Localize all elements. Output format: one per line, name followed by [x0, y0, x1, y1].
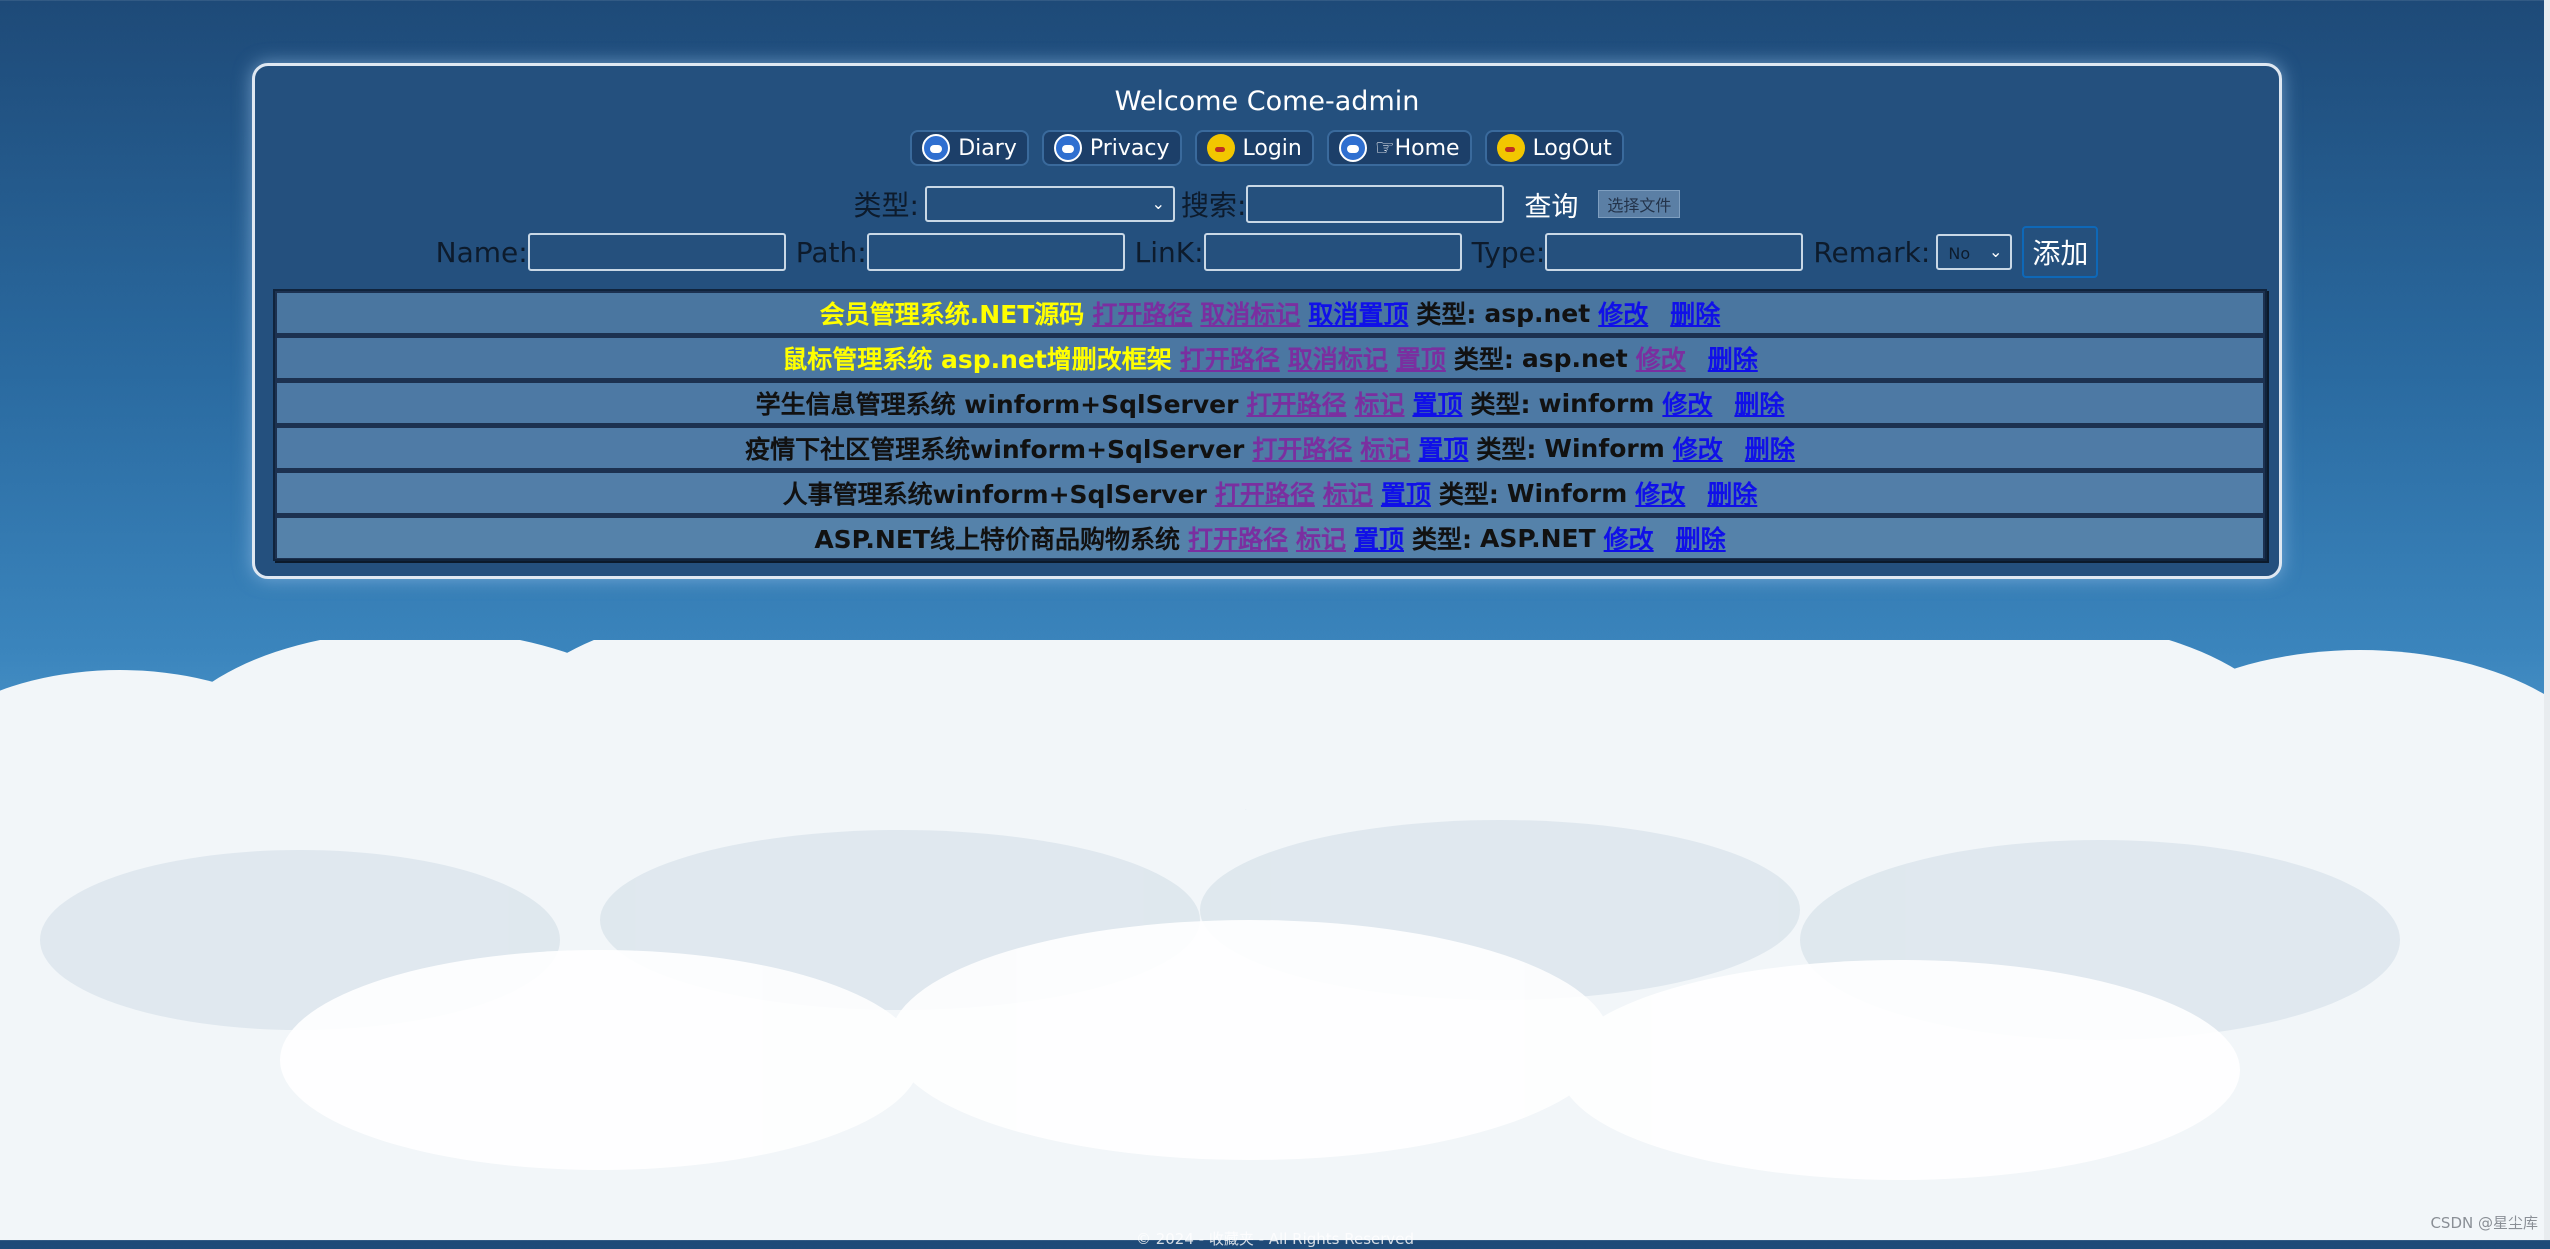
nav-privacy-button[interactable]: Privacy [1041, 130, 1182, 166]
pin-link[interactable]: 置顶 [1354, 520, 1404, 556]
row-title: 会员管理系统.NET源码 [819, 300, 1085, 329]
pin-link[interactable]: 置顶 [1412, 385, 1462, 421]
doraemon-icon [1338, 134, 1367, 162]
type-value: asp.net [1484, 298, 1591, 328]
edit-link[interactable]: 修改 [1662, 385, 1712, 421]
row-title: 鼠标管理系统 asp.net增删改框架 [782, 345, 1172, 374]
link-label: LinK: [1134, 235, 1204, 269]
mark-link[interactable]: 标记 [1354, 385, 1404, 421]
search-label: 搜索: [1180, 189, 1247, 222]
delete-link[interactable]: 删除 [1734, 385, 1784, 421]
table-row: 人事管理系统winform+SqlServer 打开路径 标记 置顶 类型: Winfor… [277, 473, 2263, 513]
nav-label: Privacy [1089, 135, 1170, 161]
remark-select[interactable]: No ⌄ [1936, 234, 2013, 270]
pin-link[interactable]: 取消置顶 [1308, 295, 1408, 331]
pikachu-icon [1206, 134, 1235, 162]
mark-link[interactable]: 标记 [1296, 520, 1346, 556]
nav-logout-button[interactable]: LogOut [1484, 130, 1624, 166]
type-prefix: 类型: [1416, 300, 1477, 329]
type-label: Type: [1471, 235, 1546, 269]
add-button[interactable]: 添加 [2022, 226, 2099, 278]
csdn-watermark: CSDN @星尘库 [2430, 1214, 2538, 1232]
edit-link[interactable]: 修改 [1604, 520, 1654, 556]
add-form-row: Name: Path: LinK: Type: Remark: No ⌄ 添加 [255, 226, 2279, 278]
delete-link[interactable]: 删除 [1708, 340, 1758, 376]
mark-link[interactable]: 标记 [1360, 430, 1410, 466]
footer-copyright: © 2024 - 收藏夹 - All Rights Reserved [1135, 1230, 1415, 1248]
type-filter-label: 类型: [853, 189, 919, 222]
table-row: 鼠标管理系统 asp.net增删改框架 打开路径 取消标记 置顶 类型: asp.net 修… [277, 338, 2263, 378]
favorites-table: 会员管理系统.NET源码 打开路径 取消标记 取消置顶 类型: asp.net 修改 删除 鼠标… [273, 289, 2267, 561]
type-value: Winform [1506, 478, 1628, 508]
open-path-link[interactable]: 打开路径 [1252, 430, 1352, 466]
mark-link[interactable]: 标记 [1323, 475, 1373, 511]
type-value: Winform [1544, 433, 1665, 463]
open-path-link[interactable]: 打开路径 [1180, 340, 1280, 376]
edit-link[interactable]: 修改 [1673, 430, 1723, 466]
nav-login-button[interactable]: Login [1194, 130, 1314, 166]
row-title: ASP.NET线上特价商品购物系统 [814, 525, 1180, 554]
type-prefix: 类型: [1412, 525, 1472, 554]
nav-label: Login [1242, 135, 1302, 161]
open-path-link[interactable]: 打开路径 [1092, 295, 1192, 331]
mark-link[interactable]: 取消标记 [1200, 295, 1300, 331]
type-prefix: 类型: [1453, 345, 1514, 374]
table-row: ASP.NET线上特价商品购物系统 打开路径 标记 置顶 类型: ASP.NET 修改 删除 [277, 518, 2263, 558]
row-title: 人事管理系统winform+SqlServer [782, 480, 1207, 509]
nav-home-button[interactable]: ☞Home [1326, 130, 1472, 166]
search-input[interactable] [1246, 185, 1505, 223]
link-input[interactable] [1203, 233, 1462, 271]
nav-diary-button[interactable]: Diary [910, 130, 1029, 166]
main-panel: Welcome Come-admin Diary Privacy Login ☞… [252, 63, 2282, 579]
remark-value: No [1948, 244, 1971, 263]
edit-link[interactable]: 修改 [1636, 340, 1686, 376]
doraemon-icon [922, 134, 951, 162]
pin-link[interactable]: 置顶 [1381, 475, 1431, 511]
type-input[interactable] [1545, 233, 1804, 271]
path-input[interactable] [866, 233, 1125, 271]
nav-label: ☞Home [1374, 135, 1460, 161]
cloud-background [0, 640, 2550, 1240]
search-row: 类型: ⌄ 搜索: 查询 选择文件 [255, 184, 2279, 224]
chevron-down-icon: ⌄ [1151, 194, 1165, 213]
type-prefix: 类型: [1438, 480, 1499, 509]
delete-link[interactable]: 删除 [1707, 475, 1757, 511]
type-value: ASP.NET [1480, 523, 1596, 553]
delete-link[interactable]: 删除 [1676, 520, 1726, 556]
edit-link[interactable]: 修改 [1598, 295, 1648, 331]
open-path-link[interactable]: 打开路径 [1246, 385, 1346, 421]
delete-link[interactable]: 删除 [1745, 430, 1795, 466]
type-prefix: 类型: [1470, 390, 1531, 419]
edit-link[interactable]: 修改 [1635, 475, 1685, 511]
nav-label: LogOut [1532, 135, 1612, 161]
table-row: 会员管理系统.NET源码 打开路径 取消标记 取消置顶 类型: asp.net 修改 删除 [277, 293, 2263, 333]
choose-file-button[interactable]: 选择文件 [1598, 190, 1681, 218]
welcome-title: Welcome Come-admin [1114, 86, 1420, 117]
nav-bar: Diary Privacy Login ☞Home LogOut [255, 130, 2279, 166]
nav-label: Diary [958, 135, 1017, 161]
query-button[interactable]: 查询 [1524, 185, 1578, 224]
row-title: 学生信息管理系统 winform+SqlServer [755, 390, 1239, 419]
name-input[interactable] [527, 233, 786, 271]
pin-link[interactable]: 置顶 [1396, 340, 1446, 376]
type-value: winform [1538, 388, 1655, 418]
type-prefix: 类型: [1476, 435, 1537, 464]
doraemon-icon [1053, 134, 1082, 162]
type-value: asp.net [1521, 343, 1628, 373]
mark-link[interactable]: 取消标记 [1288, 340, 1388, 376]
table-row: 疫情下社区管理系统winform+SqlServer 打开路径 标记 置顶 类型: Win… [277, 428, 2263, 468]
open-path-link[interactable]: 打开路径 [1215, 475, 1315, 511]
pikachu-icon [1496, 134, 1525, 162]
chevron-down-icon: ⌄ [1988, 242, 2003, 261]
table-row: 学生信息管理系统 winform+SqlServer 打开路径 标记 置顶 类型: win… [277, 383, 2263, 423]
name-label: Name: [435, 235, 528, 269]
row-title: 疫情下社区管理系统winform+SqlServer [745, 435, 1245, 464]
path-label: Path: [795, 235, 867, 269]
scrollbar[interactable] [2544, 0, 2550, 1240]
pin-link[interactable]: 置顶 [1418, 430, 1468, 466]
delete-link[interactable]: 删除 [1670, 295, 1720, 331]
type-filter-select[interactable]: ⌄ [924, 186, 1175, 222]
open-path-link[interactable]: 打开路径 [1188, 520, 1288, 556]
remark-label: Remark: [1813, 235, 1931, 269]
